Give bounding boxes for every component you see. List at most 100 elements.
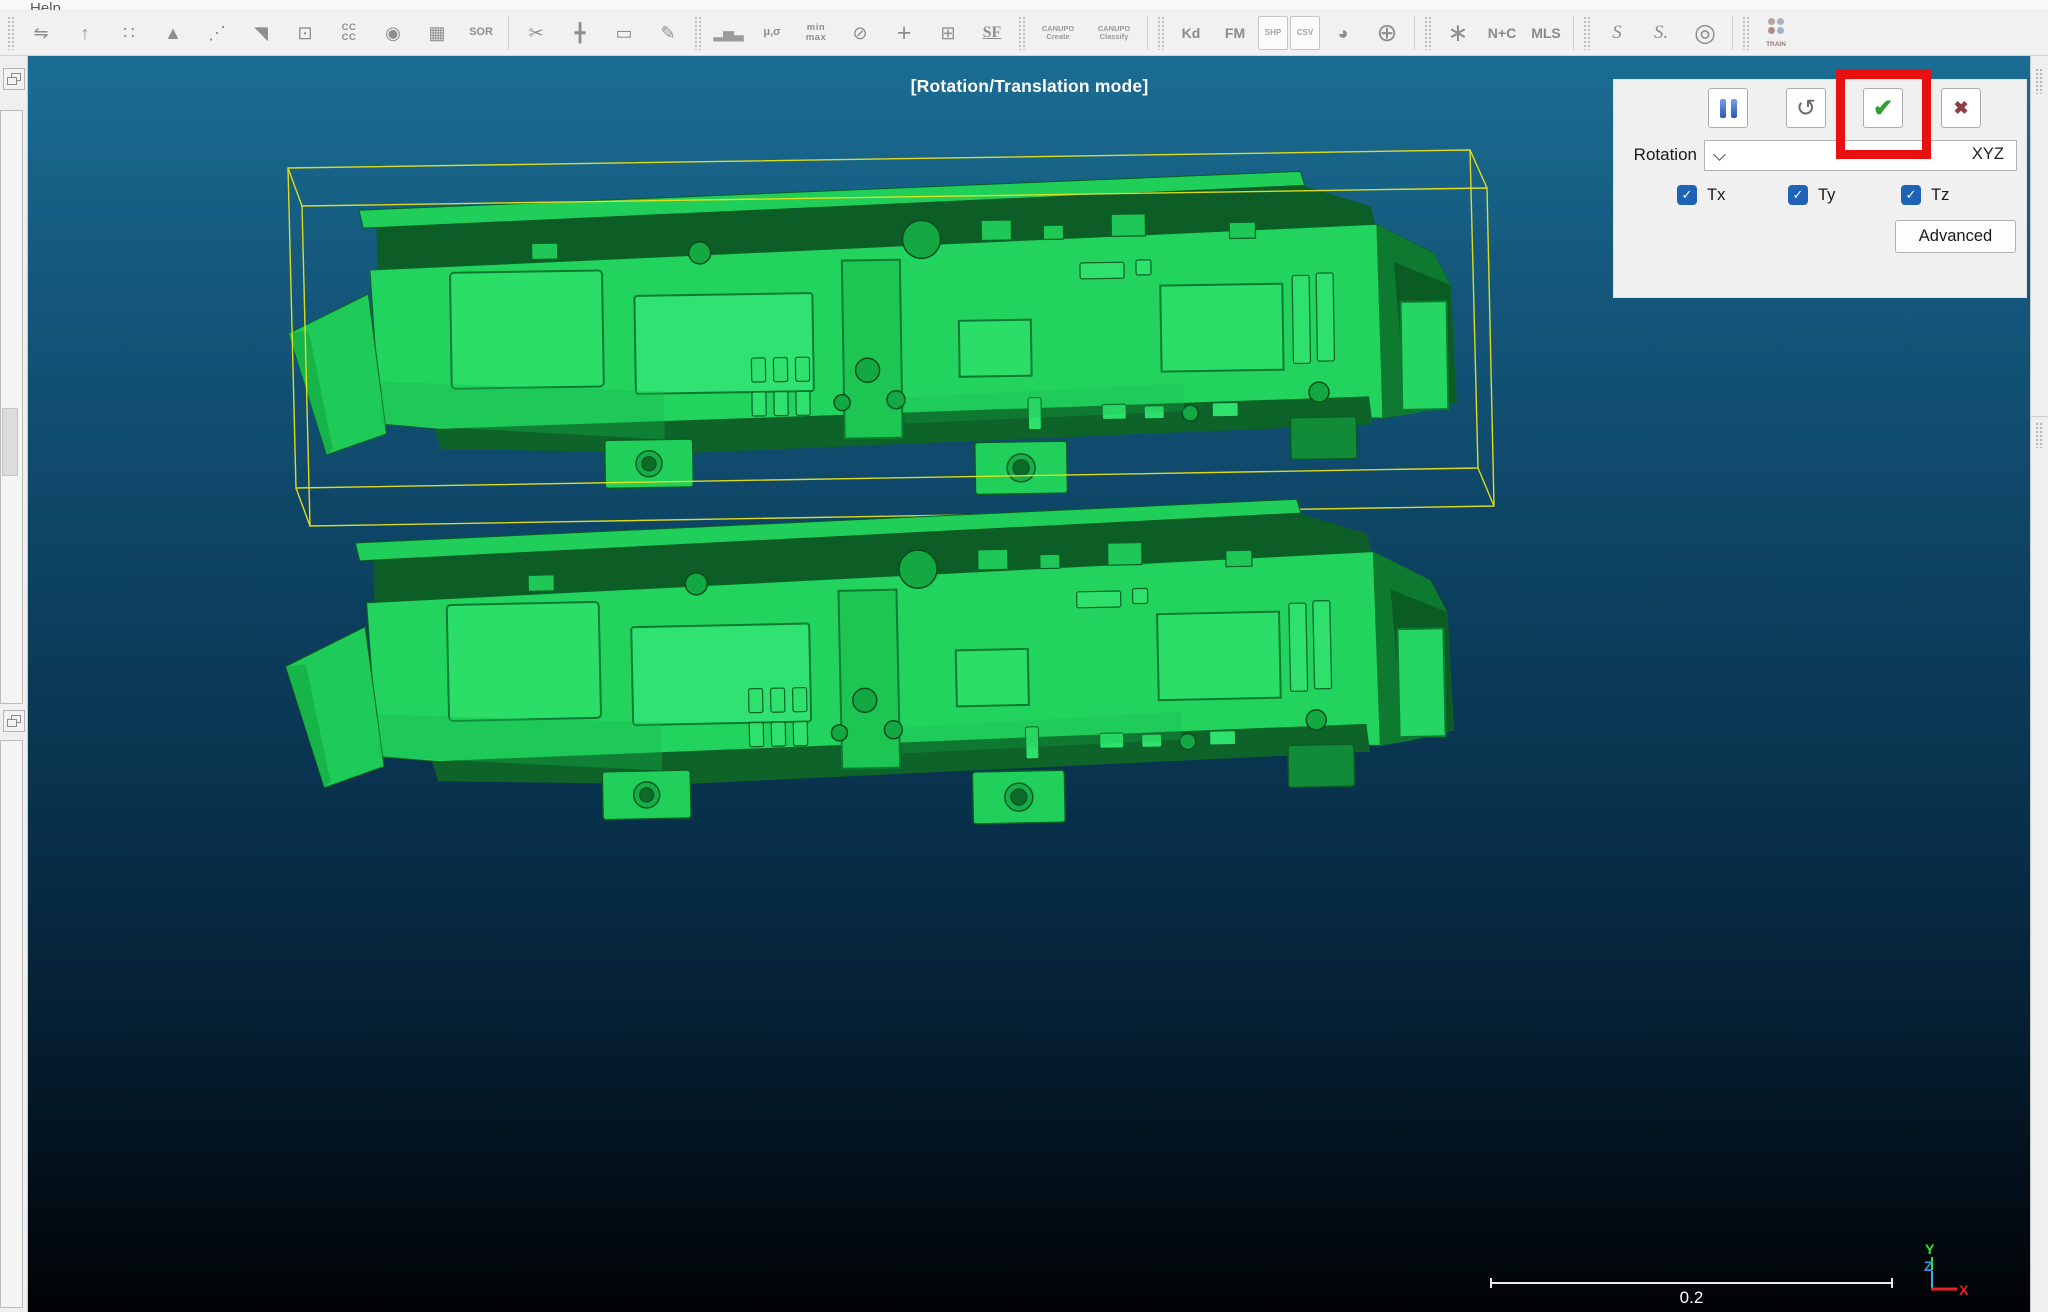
chevron-down-icon: [1713, 148, 1726, 161]
cylinder-tool-icon[interactable]: ◎: [1684, 14, 1726, 52]
kd-tree-icon[interactable]: Kd: [1170, 14, 1212, 52]
image-registration-icon[interactable]: ⊡: [284, 14, 326, 52]
advanced-button[interactable]: Advanced: [1895, 220, 2016, 253]
toolbar-grip: [1157, 16, 1165, 50]
toolbar-grip: [694, 16, 702, 50]
toolbar-grip: [1018, 16, 1026, 50]
tx-label: Tx: [1707, 186, 1725, 205]
float-window-icon: [7, 715, 21, 727]
cloud-arrow-icon[interactable]: ↑: [64, 14, 106, 52]
float-properties-button[interactable]: [3, 710, 25, 732]
globe-icon[interactable]: ⊕: [1366, 14, 1408, 52]
toolbar-grip: [1742, 16, 1750, 50]
shp-file-icon[interactable]: SHP: [1258, 16, 1288, 50]
check-icon: ✓: [1906, 187, 1917, 203]
normals-compute-icon[interactable]: N+C: [1481, 14, 1523, 52]
primitive-blob-icon[interactable]: ◉: [372, 14, 414, 52]
canupo-create-icon[interactable]: CANUPO Create: [1031, 14, 1085, 52]
fm-tool-icon[interactable]: FM: [1214, 14, 1256, 52]
pause-button[interactable]: [1708, 88, 1748, 128]
cancel-icon: ✖: [1953, 98, 1968, 119]
cross-section-icon[interactable]: ▭: [603, 14, 645, 52]
toolbar-separator: [1573, 16, 1574, 50]
float-window-icon: [7, 73, 21, 85]
tz-label: Tz: [1931, 186, 1949, 205]
rotation-label: Rotation: [1613, 145, 1697, 165]
pcb-model-lower[interactable]: [283, 496, 1455, 838]
collapsed-properties-panel: [0, 740, 23, 1308]
axis-z-label: Z: [1924, 1258, 1933, 1274]
fractal-gear-icon[interactable]: ∗: [1437, 14, 1479, 52]
toolbar-separator: [508, 16, 509, 50]
scale-bar-label: 0.2: [1490, 1288, 1893, 1308]
reset-button[interactable]: ↺: [1786, 88, 1826, 128]
scale-bar: 0.2: [1490, 1282, 1893, 1308]
rotation-axis-value: XYZ: [1972, 145, 2004, 164]
dock-grip-handle[interactable]: [2035, 422, 2043, 448]
right-dock-strip: [2030, 56, 2048, 1312]
toolbar: ⇋↑∷▲⋰◥⊡CC CC◉▦SOR ✂╋▭✎ ▂▅▃μ,σmin max⊘+⊞SF C…: [0, 10, 2048, 56]
scissors-segment-icon[interactable]: ✂: [515, 14, 557, 52]
menu-help[interactable]: Help: [30, 0, 61, 10]
tx-checkbox[interactable]: ✓: [1677, 185, 1697, 205]
axis-y-label: Y: [1925, 1241, 1935, 1257]
translate-polygon-icon[interactable]: ⇋: [20, 14, 62, 52]
left-dock-strip: [0, 56, 28, 1312]
float-db-tree-button[interactable]: [3, 68, 25, 90]
confirm-button[interactable]: ✔: [1863, 88, 1903, 128]
axis-x-label: X: [1959, 1282, 1969, 1298]
mls-smoothing-icon[interactable]: MLS: [1525, 14, 1567, 52]
subsample-points-icon[interactable]: ∷: [108, 14, 150, 52]
spline-points-icon[interactable]: S.: [1640, 14, 1682, 52]
toolbar-grip: [1424, 16, 1432, 50]
sor-filter-icon[interactable]: SOR: [460, 14, 502, 52]
left-scrollbar-thumb[interactable]: [2, 408, 18, 476]
checkerboard-icon[interactable]: ▦: [416, 14, 458, 52]
interactive-transform-icon[interactable]: ╋: [559, 14, 601, 52]
bounding-box: [288, 150, 1494, 526]
mesh-arrow-icon[interactable]: ◥: [240, 14, 282, 52]
toolbar-grip: [1583, 16, 1591, 50]
rotation-axis-select[interactable]: XYZ: [1704, 140, 2017, 171]
ty-label: Ty: [1818, 186, 1835, 205]
check-icon: ✔: [1873, 94, 1893, 123]
mesh-sampling-icon[interactable]: ▲: [152, 14, 194, 52]
trace-polyline-icon[interactable]: ✎: [647, 14, 689, 52]
csv-file-icon[interactable]: CSV: [1290, 16, 1320, 50]
scale-bar-line: [1490, 1282, 1893, 1284]
transform-panel: ↺ ✔ ✖ Rotation XYZ ✓ Tx ✓ Ty ✓ Tz: [1613, 79, 2027, 298]
delete-sf-icon[interactable]: ⊘: [839, 14, 881, 52]
sf-range-icon[interactable]: min max: [795, 14, 837, 52]
align-point-pairs-icon[interactable]: ⋰: [196, 14, 238, 52]
dock-divider: [2031, 416, 2048, 417]
toolbar-separator: [1414, 16, 1415, 50]
canupo-classify-icon[interactable]: CANUPO Classify: [1087, 14, 1141, 52]
main-area: [Rotation/Translation mode] 0.2 Y Z X: [0, 56, 2048, 1312]
axis-gizmo: Y Z X: [1916, 1240, 1978, 1302]
pcb-model-upper[interactable]: [287, 169, 1458, 505]
3d-viewport[interactable]: [Rotation/Translation mode] 0.2 Y Z X: [28, 56, 2031, 1312]
cloud-compare-icon[interactable]: CC CC: [328, 14, 370, 52]
ty-checkbox[interactable]: ✓: [1788, 185, 1808, 205]
check-icon: ✓: [1682, 187, 1693, 203]
color-sphere-icon[interactable]: ◕: [1322, 14, 1364, 52]
sf-gaussian-icon[interactable]: μ,σ: [751, 14, 793, 52]
add-sf-icon[interactable]: +: [883, 14, 925, 52]
sf-interpolation-icon[interactable]: SF: [971, 14, 1013, 52]
sf-calculator-icon[interactable]: ⊞: [927, 14, 969, 52]
menu-bar: Help: [0, 0, 2048, 10]
dock-grip-handle[interactable]: [2035, 68, 2043, 94]
pause-icon: [1717, 99, 1739, 118]
sf-histogram-icon[interactable]: ▂▅▃: [707, 14, 749, 52]
toolbar-grip: [7, 16, 15, 50]
toolbar-separator: [1147, 16, 1148, 50]
cancel-button[interactable]: ✖: [1941, 88, 1981, 128]
reset-icon: ↺: [1796, 94, 1816, 123]
cloudcompare-window: Help ⇋↑∷▲⋰◥⊡CC CC◉▦SOR ✂╋▭✎ ▂▅▃μ,σmin max⊘…: [0, 0, 2048, 1312]
collapsed-db-tree-panel: [0, 110, 23, 704]
check-icon: ✓: [1793, 187, 1804, 203]
masc-train-icon[interactable]: TRAIN: [1755, 14, 1797, 52]
spline-curve-icon[interactable]: S: [1596, 14, 1638, 52]
tz-checkbox[interactable]: ✓: [1901, 185, 1921, 205]
toolbar-separator: [1732, 16, 1733, 50]
